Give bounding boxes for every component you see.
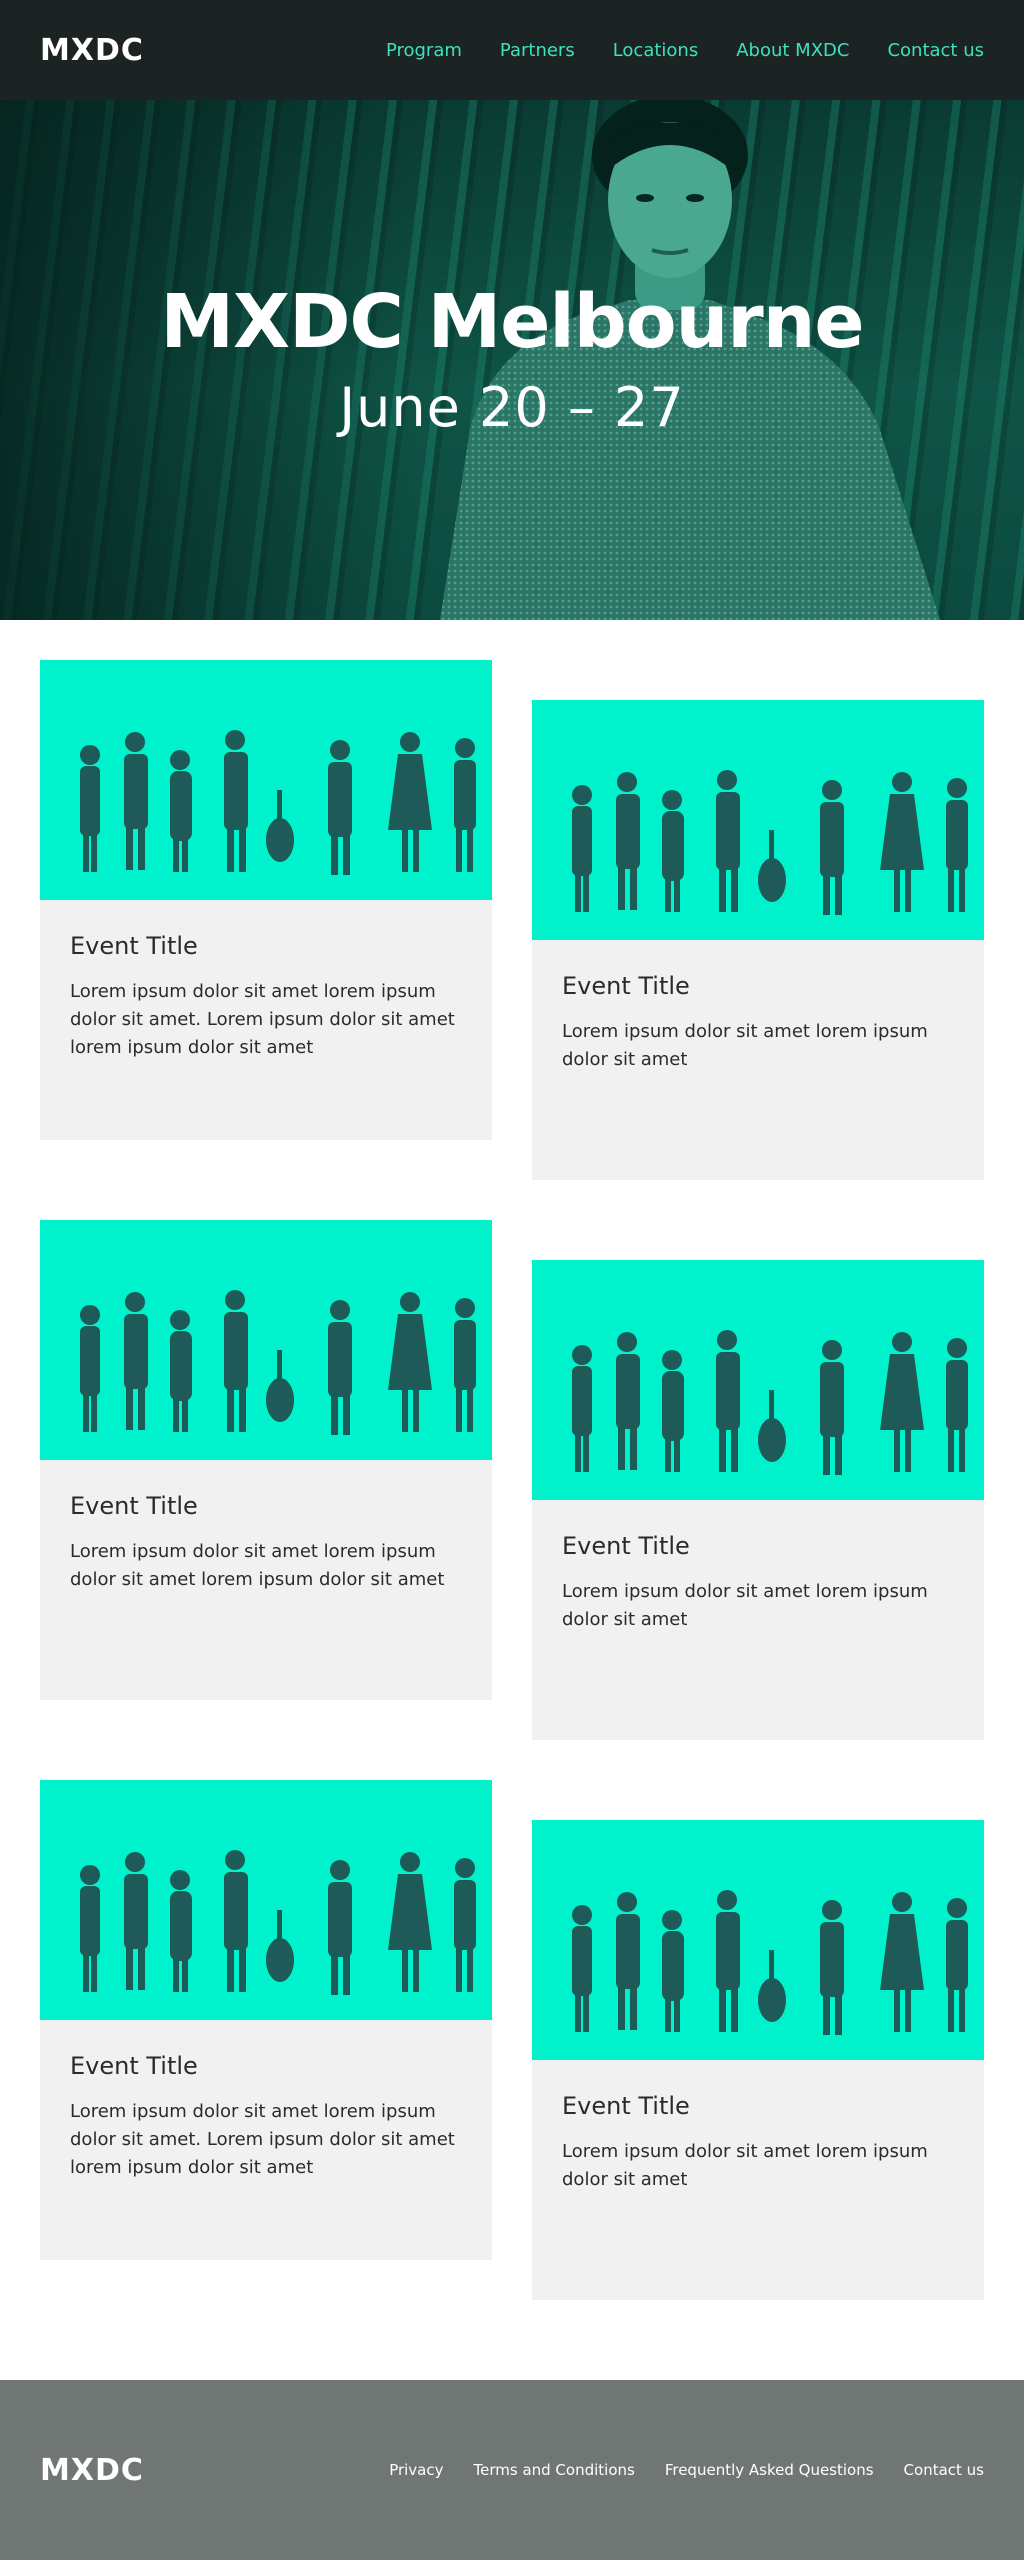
hero-text: MXDC Melbourne June 20 – 27: [0, 285, 1024, 435]
musicians-image: [80, 1290, 476, 1435]
nav-link-about[interactable]: About MXDC: [736, 40, 849, 61]
site-logo[interactable]: MXDC: [40, 33, 144, 68]
musicians-image: [572, 1330, 968, 1475]
event-card[interactable]: Event Title Lorem ipsum dolor sit amet l…: [40, 1780, 492, 2260]
site-header: MXDC Program Partners Locations About MX…: [0, 0, 1024, 100]
nav-link-partners[interactable]: Partners: [500, 40, 575, 61]
hero-title: MXDC Melbourne: [160, 279, 864, 365]
musicians-image: [572, 1890, 968, 2035]
nav-link-contact[interactable]: Contact us: [887, 40, 984, 61]
event-title: Event Title: [562, 1532, 690, 1560]
footer-link-privacy[interactable]: Privacy: [389, 2461, 443, 2479]
musicians-image: [80, 730, 476, 875]
hero-dates: June 20 – 27: [339, 376, 685, 439]
footer-link-terms[interactable]: Terms and Conditions: [474, 2461, 635, 2479]
event-title: Event Title: [70, 932, 198, 960]
nav-link-locations[interactable]: Locations: [613, 40, 699, 61]
event-image: [40, 660, 492, 900]
event-image: [40, 1220, 492, 1460]
event-body: Event Title Lorem ipsum dolor sit amet l…: [532, 2060, 984, 2224]
event-description: Lorem ipsum dolor sit amet lorem ipsum d…: [562, 2141, 928, 2190]
event-description: Lorem ipsum dolor sit amet lorem ipsum d…: [70, 1541, 445, 1590]
event-title: Event Title: [70, 2052, 198, 2080]
event-title: Event Title: [70, 1492, 198, 1520]
musicians-image: [572, 770, 968, 915]
footer-logo[interactable]: MXDC: [40, 2453, 144, 2488]
footer-link-faq[interactable]: Frequently Asked Questions: [665, 2461, 874, 2479]
footer-link-contact[interactable]: Contact us: [904, 2461, 984, 2479]
event-title: Event Title: [562, 972, 690, 1000]
event-description: Lorem ipsum dolor sit amet lorem ipsum d…: [70, 981, 455, 1058]
event-card[interactable]: Event Title Lorem ipsum dolor sit amet l…: [532, 700, 984, 1180]
event-description: Lorem ipsum dolor sit amet lorem ipsum d…: [70, 2101, 455, 2178]
hero-banner: MXDC Melbourne June 20 – 27: [0, 100, 1024, 620]
event-card[interactable]: Event Title Lorem ipsum dolor sit amet l…: [40, 660, 492, 1140]
event-card[interactable]: Event Title Lorem ipsum dolor sit amet l…: [532, 1820, 984, 2300]
event-description: Lorem ipsum dolor sit amet lorem ipsum d…: [562, 1581, 928, 1630]
event-description: Lorem ipsum dolor sit amet lorem ipsum d…: [562, 1021, 928, 1070]
event-card[interactable]: Event Title Lorem ipsum dolor sit amet l…: [40, 1220, 492, 1700]
event-image: [532, 1260, 984, 1500]
event-body: Event Title Lorem ipsum dolor sit amet l…: [40, 900, 492, 1092]
event-title: Event Title: [562, 2092, 690, 2120]
event-body: Event Title Lorem ipsum dolor sit amet l…: [40, 2020, 492, 2212]
events-grid: Event Title Lorem ipsum dolor sit amet l…: [0, 620, 1024, 2380]
nav-link-program[interactable]: Program: [386, 40, 462, 61]
event-body: Event Title Lorem ipsum dolor sit amet l…: [40, 1460, 492, 1624]
musicians-image: [80, 1850, 476, 1995]
event-card[interactable]: Event Title Lorem ipsum dolor sit amet l…: [532, 1260, 984, 1740]
main-nav: Program Partners Locations About MXDC Co…: [386, 40, 984, 61]
event-body: Event Title Lorem ipsum dolor sit amet l…: [532, 1500, 984, 1664]
event-body: Event Title Lorem ipsum dolor sit amet l…: [532, 940, 984, 1104]
footer-nav: Privacy Terms and Conditions Frequently …: [389, 2461, 984, 2479]
site-footer: MXDC Privacy Terms and Conditions Freque…: [0, 2380, 1024, 2560]
event-image: [532, 700, 984, 940]
event-image: [40, 1780, 492, 2020]
event-image: [532, 1820, 984, 2060]
